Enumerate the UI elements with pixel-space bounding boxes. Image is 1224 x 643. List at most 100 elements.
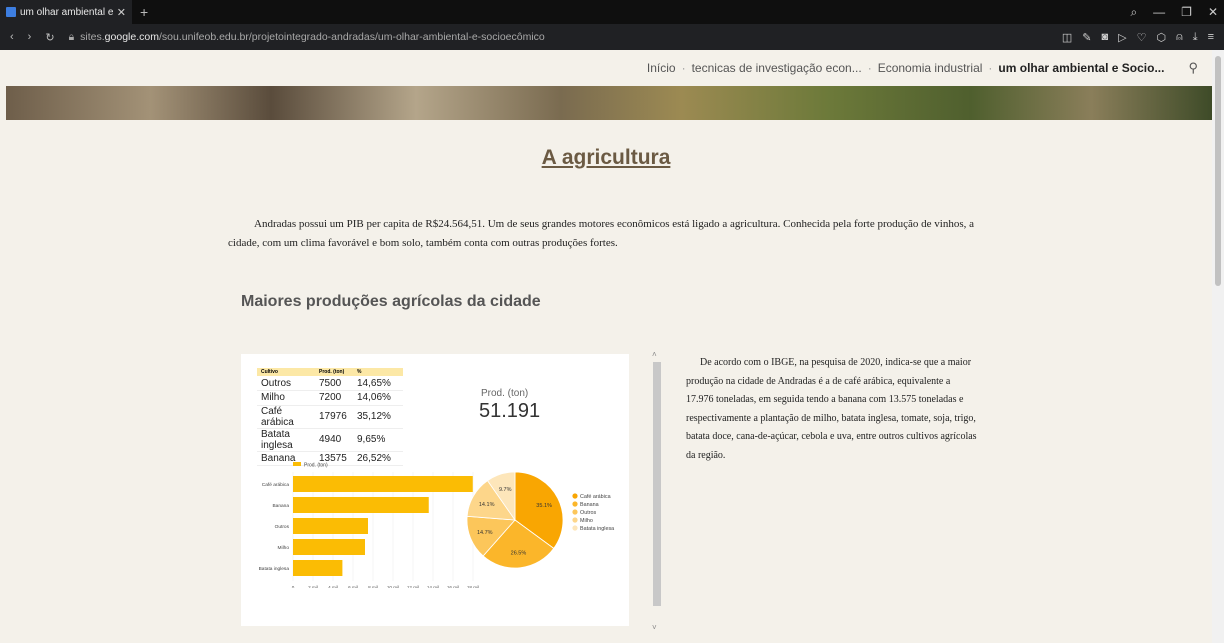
nav-item-inicio[interactable]: Início: [647, 61, 676, 75]
x-tick-label: 16 mil: [447, 585, 459, 588]
nav-separator: ·: [681, 61, 686, 75]
legend-label: Café arábica: [580, 494, 611, 500]
category-label: Milho: [278, 545, 290, 551]
new-tab-button[interactable]: +: [140, 4, 148, 20]
table-cell: 9,65%: [353, 428, 403, 452]
production-table: Cultivo Prod. (ton) % Outros 7500 14,65% M…: [257, 368, 403, 467]
restore-icon[interactable]: ❐: [1181, 5, 1192, 19]
heart-icon[interactable]: ♡: [1137, 31, 1147, 44]
minimize-icon[interactable]: —: [1153, 5, 1165, 19]
screenshot-icon[interactable]: ◙: [1101, 31, 1108, 43]
table-header-row: Cultivo Prod. (ton) %: [257, 368, 403, 376]
pie-chart: 35.1% 26.5% 14.7% 14.1% 9.7% Café arábica Bana…: [466, 471, 614, 569]
profile-icon[interactable]: ⍝: [1176, 31, 1183, 44]
nav-item-current[interactable]: um olhar ambiental e Socio...: [998, 61, 1164, 75]
table-cell: Outros: [257, 376, 315, 392]
table-cell: 14,06%: [353, 390, 403, 406]
site-navigation: Início · tecnicas de investigação econ..…: [0, 50, 1212, 86]
close-tab-icon[interactable]: ✕: [117, 6, 126, 19]
back-icon[interactable]: ‹: [10, 31, 14, 43]
url-field[interactable]: 🔒︎ sites.google.com/sou.unifeob.edu.br/p…: [69, 31, 545, 44]
browser-tab[interactable]: um olhar ambiental e Socio ✕: [0, 0, 132, 24]
bar: [293, 518, 368, 534]
x-tick-label: 10 mil: [387, 585, 399, 588]
bar-chart: Prod. (ton) 0 2 mil 4 mil 6 mil 8 mil 10 mil 12…: [259, 462, 479, 588]
embed-scrollbar-thumb[interactable]: [653, 362, 661, 606]
page-scrollbar[interactable]: [1212, 50, 1224, 643]
lock-icon: 🔒︎: [68, 30, 75, 43]
send-icon[interactable]: ▷: [1118, 31, 1126, 44]
scroll-up-icon[interactable]: ˄: [652, 350, 657, 359]
legend-swatch: [572, 509, 578, 515]
url-path: /sou.unifeob.edu.br/projetointegrado-and…: [158, 31, 545, 43]
edit-icon[interactable]: ✎: [1082, 31, 1091, 44]
bar: [293, 560, 343, 576]
page-title: A agricultura: [541, 146, 671, 169]
window-controls: ⌕ — ❐ ✕: [1130, 0, 1218, 24]
category-label: Outros: [275, 524, 290, 530]
nav-separator: ·: [988, 61, 993, 75]
slice-label: 14.1%: [479, 502, 495, 508]
browser-toolbar: ◫ ✎ ◙ ▷ ♡ ⬡ ⍝ ⤓ ≡: [1062, 24, 1214, 50]
table-header: Prod. (ton): [315, 368, 353, 376]
legend-swatch: [572, 501, 578, 507]
legend-swatch: [572, 525, 578, 531]
header-banner-image: [6, 86, 1212, 120]
bar: [293, 497, 429, 513]
legend-swatch: [572, 517, 578, 523]
x-tick-label: 2 mil: [308, 585, 318, 588]
table-cell: 14,65%: [353, 376, 403, 392]
category-label: Café arábica: [262, 482, 290, 488]
x-tick-label: 8 mil: [368, 585, 378, 588]
url-domain: google.com: [104, 31, 159, 43]
table-cell: Batata inglesa: [257, 428, 315, 452]
x-tick-label: 14 mil: [427, 585, 439, 588]
browser-tab-bar: um olhar ambiental e Socio ✕ + ⌕ — ❐ ✕: [0, 0, 1224, 24]
intro-paragraph: Andradas possui um PIB per capita de R$2…: [228, 218, 975, 249]
address-bar: ‹ › ↻ 🔒︎ sites.google.com/sou.unifeob.ed…: [0, 24, 1224, 50]
x-tick-label: 6 mil: [348, 585, 358, 588]
site-favicon-icon: [6, 7, 16, 17]
table-cell: 4940: [315, 428, 353, 452]
legend-label: Milho: [580, 518, 593, 524]
nav-separator: ·: [867, 61, 872, 75]
nav-item-economia-industrial[interactable]: Economia industrial: [878, 61, 983, 75]
table-cell: Café arábica: [257, 405, 315, 429]
legend-swatch: [293, 462, 301, 466]
table-row: Batata inglesa 4940 9,65%: [257, 428, 403, 452]
menu-icon[interactable]: ≡: [1208, 31, 1214, 43]
download-icon[interactable]: ⤓: [1193, 31, 1198, 44]
legend-label: Prod. (ton): [304, 463, 328, 469]
embed-scrollbar[interactable]: ˄ ˅: [651, 350, 663, 632]
reload-icon[interactable]: ↻: [45, 31, 54, 44]
legend-label: Outros: [580, 510, 596, 516]
scrollbar-thumb[interactable]: [1215, 56, 1221, 286]
table-cell: 35,12%: [353, 405, 403, 429]
forward-icon[interactable]: ›: [28, 31, 32, 43]
section-title: Maiores produções agrícolas da cidade: [241, 293, 541, 310]
x-tick-label: 12 mil: [407, 585, 419, 588]
nav-item-tecnicas[interactable]: tecnicas de investigação econ...: [692, 61, 862, 75]
reader-icon[interactable]: ◫: [1062, 31, 1072, 44]
search-icon[interactable]: ⚲: [1188, 60, 1198, 76]
category-label: Batata inglesa: [259, 566, 290, 572]
side-paragraph: De acordo com o IBGE, na pesquisa de 202…: [686, 357, 977, 461]
embedded-report-card[interactable]: Cultivo Prod. (ton) % Outros 7500 14,65% M…: [241, 354, 629, 626]
scroll-down-icon[interactable]: ˅: [652, 623, 657, 632]
table-cell: 7500: [315, 376, 353, 392]
category-label: Banana: [272, 503, 289, 509]
table-cell: Milho: [257, 390, 315, 406]
bar: [293, 539, 365, 555]
legend-label: Banana: [580, 502, 599, 508]
close-window-icon[interactable]: ✕: [1208, 5, 1218, 19]
bar: [293, 476, 473, 492]
search-tabs-icon[interactable]: ⌕: [1130, 5, 1137, 20]
slice-label: 26.5%: [511, 550, 527, 556]
table-row: Café arábica 17976 35,12%: [257, 405, 403, 429]
extensions-icon[interactable]: ⬡: [1156, 31, 1166, 44]
slice-label: 9.7%: [499, 487, 512, 493]
kpi-label: Prod. (ton): [481, 388, 529, 399]
table-cell: 17976: [315, 405, 353, 429]
table-header: Cultivo: [257, 368, 315, 376]
x-tick-label: 4 mil: [328, 585, 338, 588]
